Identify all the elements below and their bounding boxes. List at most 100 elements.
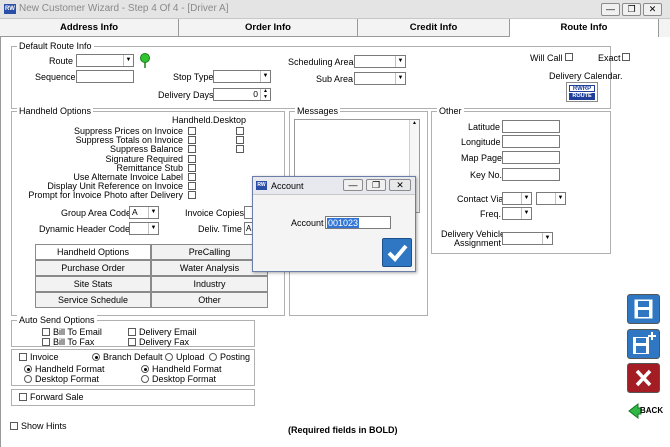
- posting-radio[interactable]: [209, 353, 217, 361]
- handheld-format-radio-2[interactable]: [141, 365, 149, 373]
- sequence-input[interactable]: [76, 70, 134, 83]
- invoice-checkbox[interactable]: [19, 353, 27, 361]
- tab-route-info[interactable]: Route Info: [510, 19, 659, 37]
- branch-default-label: Branch Default: [103, 352, 163, 362]
- desktop-format-label-1: Desktop Format: [35, 374, 100, 384]
- scheduling-area-select[interactable]: ▼: [354, 55, 406, 68]
- site-stats-button[interactable]: Site Stats: [35, 276, 151, 292]
- bill-to-fax-checkbox[interactable]: [42, 338, 50, 346]
- dialog-titlebar: RW Account — ❐ ✕: [253, 177, 415, 195]
- dynamic-header-code-label: Dynamic Header Code: [39, 224, 131, 234]
- group-title: Default Route Info: [17, 41, 94, 51]
- save-new-icon: [633, 332, 656, 354]
- back-button[interactable]: BACK: [627, 397, 663, 427]
- invoice-copies-label: Invoice Copies: [185, 208, 245, 218]
- minimize-button[interactable]: —: [601, 3, 620, 16]
- close-window-button[interactable]: ✕: [643, 3, 662, 16]
- upload-label: Upload: [176, 352, 205, 362]
- delivery-vehicle-assignment-label: Assignment: [454, 238, 502, 248]
- handheld-option-checkbox[interactable]: [188, 154, 196, 163]
- delivery-fax-checkbox[interactable]: [128, 338, 136, 346]
- dialog-close-button[interactable]: ✕: [389, 179, 411, 191]
- exact-checkbox[interactable]: [622, 53, 630, 61]
- branch-default-radio[interactable]: [92, 353, 100, 361]
- route-badge: ROUTE: [569, 93, 595, 100]
- contact-via-select[interactable]: ▼: [502, 192, 532, 205]
- dialog-minimize-button[interactable]: —: [343, 179, 363, 191]
- desktop-option-checkbox[interactable]: [236, 136, 244, 145]
- save-button[interactable]: [627, 294, 660, 324]
- handheld-option-checkbox[interactable]: [188, 145, 196, 154]
- delivery-vehicle-select[interactable]: ▼: [502, 232, 553, 245]
- dialog-restore-button[interactable]: ❐: [366, 179, 386, 191]
- scheduling-area-label: Scheduling Area: [288, 57, 354, 67]
- will-call-checkbox[interactable]: [565, 53, 573, 61]
- freq-select[interactable]: ▼: [502, 207, 532, 220]
- desktop-column-header: Desktop: [213, 115, 247, 125]
- desktop-option-checkbox[interactable]: [236, 145, 244, 154]
- desktop-option-checkbox[interactable]: [236, 127, 244, 135]
- precalling-button[interactable]: PreCalling: [151, 244, 268, 260]
- calendar-icon: RWRP: [569, 85, 595, 92]
- delivery-days-stepper[interactable]: 0 ▲ ▼: [213, 88, 271, 101]
- latitude-label: Latitude: [468, 122, 501, 132]
- map-page-input[interactable]: [502, 151, 560, 164]
- service-schedule-button[interactable]: Service Schedule: [35, 292, 151, 308]
- desktop-format-label-2: Desktop Format: [152, 374, 217, 384]
- handheld-option-checkbox[interactable]: [188, 182, 196, 191]
- tab-credit-info[interactable]: Credit Info: [358, 19, 510, 37]
- sub-area-select[interactable]: ▼: [354, 72, 406, 85]
- scroll-up-icon[interactable]: ▲: [410, 120, 419, 127]
- group-area-code-select[interactable]: A ▼: [129, 206, 159, 219]
- show-hints-label: Show Hints: [21, 421, 67, 431]
- freq-label: Freq.: [480, 209, 502, 219]
- desktop-format-radio-1[interactable]: [24, 375, 32, 383]
- spin-arrows-icon[interactable]: ▲ ▼: [260, 88, 270, 100]
- upload-radio[interactable]: [165, 353, 173, 361]
- button-label: Other: [198, 295, 221, 305]
- tab-label: Order Info: [245, 22, 291, 33]
- account-input[interactable]: 001023: [325, 216, 391, 229]
- tab-order-info[interactable]: Order Info: [179, 19, 358, 37]
- water-analysis-button[interactable]: Water Analysis: [151, 260, 268, 276]
- handheld-option-checkbox[interactable]: [188, 163, 196, 172]
- tab-address-info[interactable]: Address Info: [0, 19, 179, 37]
- latitude-input[interactable]: [502, 120, 560, 133]
- longitude-input[interactable]: [502, 135, 560, 148]
- chevron-down-icon: ▼: [148, 223, 158, 234]
- contact-via-secondary-select[interactable]: ▼: [536, 192, 566, 205]
- route-label: Route: [49, 56, 74, 66]
- ok-button[interactable]: [382, 238, 412, 267]
- cancel-button[interactable]: [627, 363, 660, 393]
- delivery-email-checkbox[interactable]: [128, 328, 136, 336]
- handheld-option-checkbox[interactable]: [188, 127, 196, 135]
- handheld-options-button[interactable]: Handheld Options: [35, 244, 151, 260]
- tab-label: Address Info: [59, 22, 119, 33]
- save-new-button[interactable]: [627, 329, 660, 359]
- handheld-format-radio-1[interactable]: [24, 365, 32, 373]
- desktop-format-radio-2[interactable]: [141, 375, 149, 383]
- show-hints-checkbox[interactable]: [10, 422, 18, 430]
- stop-type-select[interactable]: ▼: [213, 70, 271, 83]
- handheld-option-label: Prompt for Invoice Photo after Delivery: [28, 190, 183, 201]
- handheld-option-checkbox[interactable]: [188, 173, 196, 181]
- delivery-calendar-button[interactable]: RWRP ROUTE: [566, 82, 598, 102]
- posting-label: Posting: [220, 352, 251, 362]
- dynamic-header-code-select[interactable]: ▼: [129, 222, 159, 235]
- purchase-order-button[interactable]: Purchase Order: [35, 260, 151, 276]
- map-pin-icon[interactable]: [138, 53, 152, 69]
- longitude-label: Longitude: [461, 137, 501, 147]
- bill-to-email-checkbox[interactable]: [42, 328, 50, 336]
- key-no-input[interactable]: [502, 168, 560, 181]
- other-button[interactable]: Other: [151, 292, 268, 308]
- group-title: Auto Send Options: [17, 315, 97, 325]
- forward-sale-checkbox[interactable]: [19, 393, 27, 401]
- chevron-down-icon: ▼: [148, 207, 158, 218]
- handheld-format-label-2: Handheld Format: [152, 364, 222, 374]
- handheld-option-checkbox[interactable]: [188, 136, 196, 145]
- route-select[interactable]: ▼: [76, 54, 134, 67]
- industry-button[interactable]: Industry: [151, 276, 268, 292]
- restore-button[interactable]: ❐: [622, 3, 641, 16]
- handheld-option-checkbox[interactable]: [188, 191, 196, 200]
- window-titlebar: RW New Customer Wizard - Step 4 Of 4 - […: [0, 0, 670, 19]
